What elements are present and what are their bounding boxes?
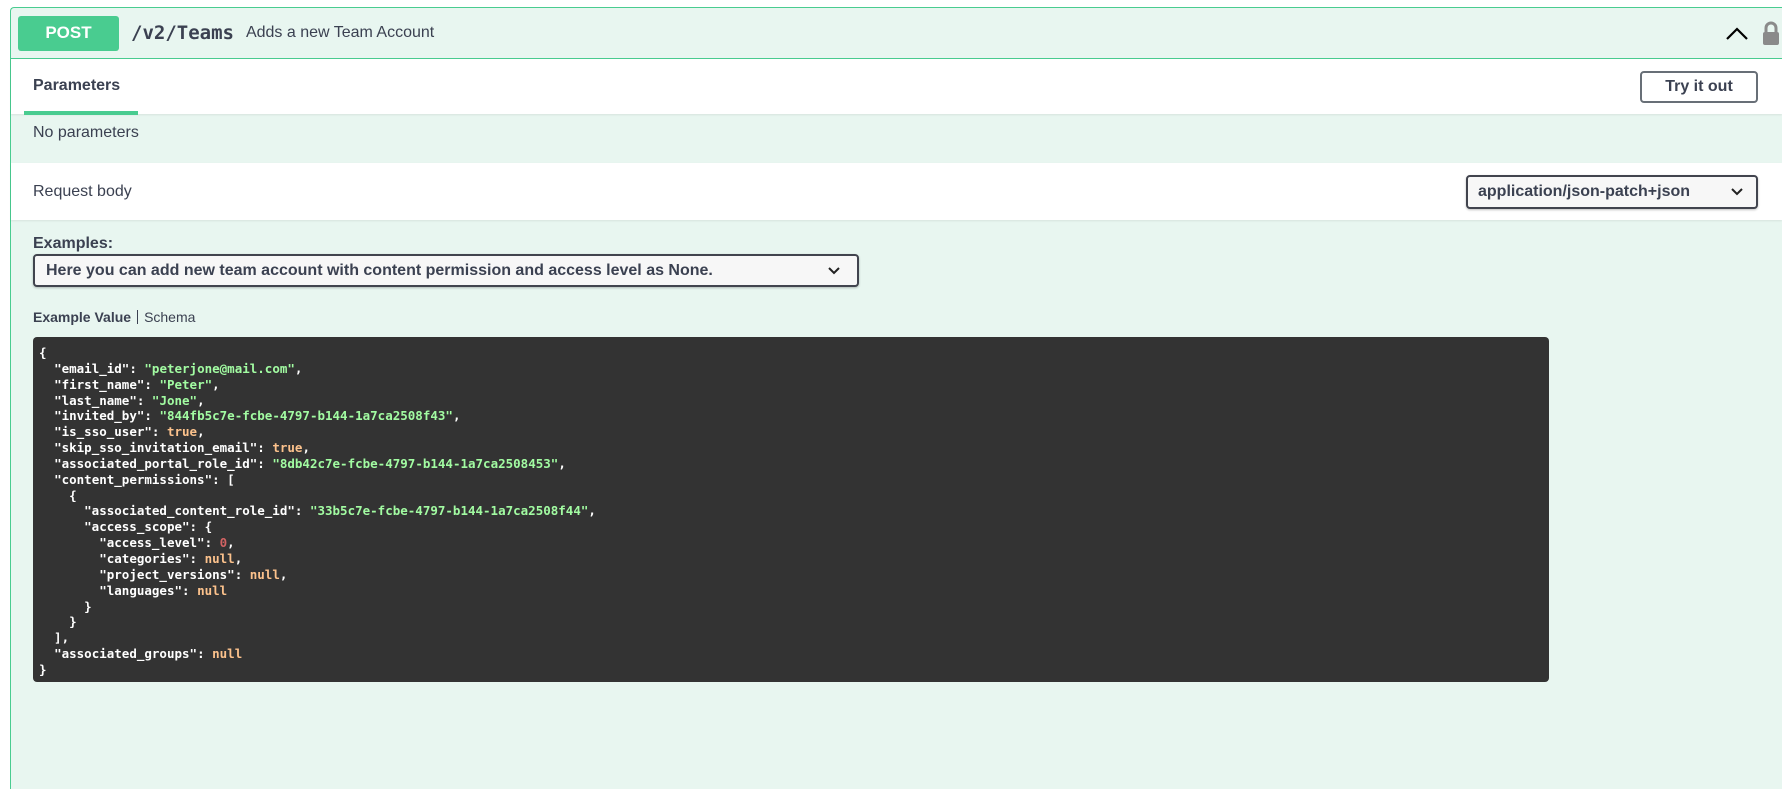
try-it-out-button[interactable]: Try it out — [1640, 71, 1758, 103]
chevron-down-icon — [828, 267, 840, 275]
tab-parameters[interactable]: Parameters — [24, 59, 138, 115]
request-body-header: Request body application/json-patch+json — [11, 163, 1782, 220]
example-json-code: { "email_id": "peterjone@mail.com", "fir… — [33, 337, 1549, 682]
chevron-down-icon — [1731, 188, 1743, 196]
chevron-up-icon[interactable] — [1724, 22, 1750, 44]
tab-divider — [137, 310, 139, 324]
examples-label: Examples: — [33, 235, 114, 252]
post-teams-operation: POST /v2/Teams Adds a new Team Account P… — [10, 7, 1782, 789]
operation-summary[interactable]: POST /v2/Teams Adds a new Team Account — [11, 8, 1782, 59]
tab-example-value[interactable]: Example Value — [33, 309, 131, 325]
content-type-value: application/json-patch+json — [1478, 183, 1691, 200]
tab-parameters-label: Parameters — [33, 77, 121, 94]
request-body-label: Request body — [33, 183, 132, 200]
lock-icon[interactable] — [1760, 20, 1782, 46]
examples-select[interactable]: Here you can add new team account with c… — [33, 254, 859, 287]
model-tabs: Example Value Schema — [33, 309, 195, 325]
method-badge: POST — [18, 15, 119, 51]
tab-schema[interactable]: Schema — [144, 309, 195, 325]
parameters-header: Parameters Try it out — [11, 59, 1782, 115]
no-parameters-text: No parameters — [33, 124, 139, 141]
operation-description: Adds a new Team Account — [245, 24, 435, 41]
content-type-select[interactable]: application/json-patch+json — [1466, 175, 1758, 209]
examples-selected-value: Here you can add new team account with c… — [46, 261, 713, 279]
endpoint-path: /v2/Teams — [131, 22, 234, 44]
